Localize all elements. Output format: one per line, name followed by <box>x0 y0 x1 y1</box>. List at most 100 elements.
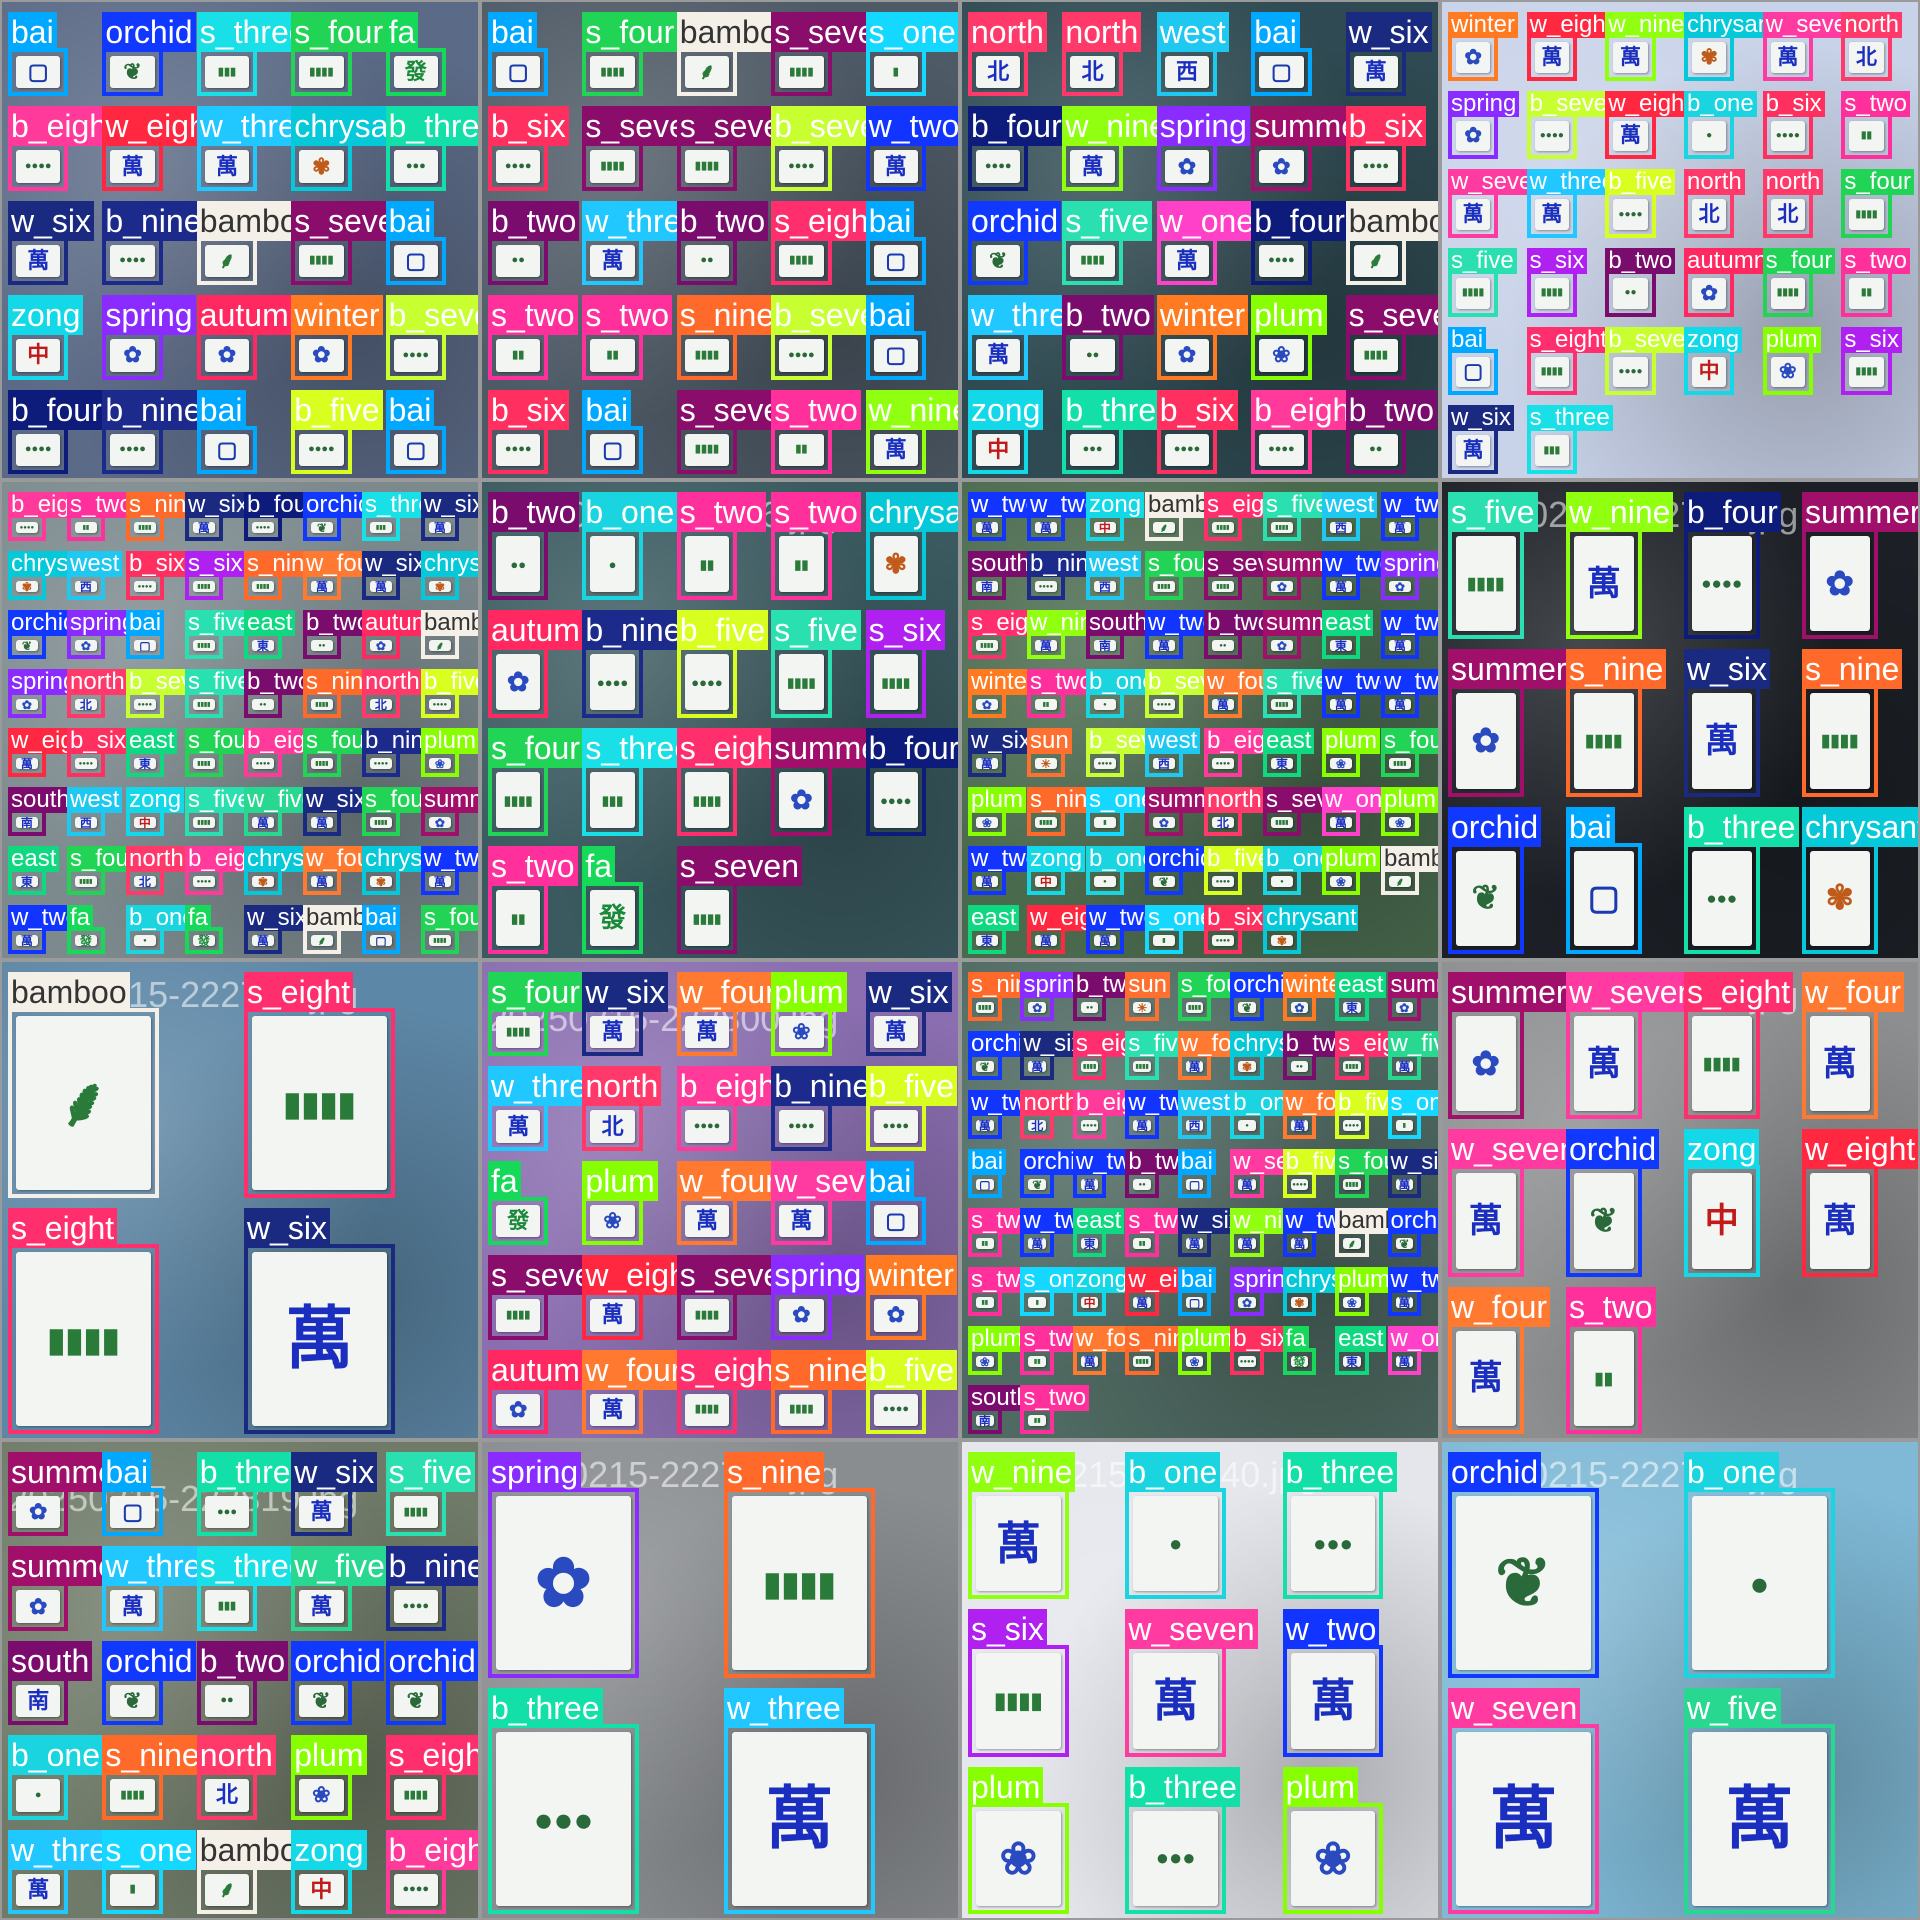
tile-face-icon: 中 <box>1698 360 1720 384</box>
detection-box: ✾chrysanthemum <box>865 492 958 600</box>
detection-box: 北 north <box>1204 787 1265 836</box>
mahjong-tile: 中 <box>134 817 156 828</box>
detection-box: ☀ sun <box>1125 972 1171 1021</box>
mahjong-tile: ❀ <box>1343 1297 1361 1308</box>
mahjong-tile: ▮▮▮▮ <box>16 1252 152 1426</box>
mahjong-tile: ⸙ <box>204 1873 250 1906</box>
tile-face-icon: 萬 <box>601 1396 624 1422</box>
tile-face-icon: ✿ <box>886 1302 906 1328</box>
detection-box: ▢ bai <box>385 389 446 474</box>
detection-box: ▮▮▮▮ s_nine <box>724 1452 876 1678</box>
detection-label: w_two <box>421 846 478 872</box>
detection-box: ✿spring <box>1230 1267 1302 1316</box>
mahjong-tile: ▮▮ <box>1028 1356 1046 1367</box>
detection-box: ▮▮▮▮s_seven <box>676 389 802 474</box>
mahjong-tile: ▮▮▮▮ <box>1849 199 1884 230</box>
mahjong-tile: ❦ <box>976 1061 994 1072</box>
mahjong-tile: 發 <box>193 935 215 946</box>
mahjong-tile: ●● <box>684 244 730 278</box>
mahjong-tile: 西 <box>1094 581 1116 592</box>
tile-face-icon: ●●●● <box>1618 365 1643 377</box>
detection-label: bai <box>1177 1149 1216 1175</box>
detection-box: ✾chrysanthemum <box>362 846 457 895</box>
detection-box: ✿ winter <box>1156 295 1249 380</box>
detection-label: w_six <box>362 551 429 577</box>
mahjong-tile: 萬 <box>873 1016 918 1049</box>
mahjong-tile: ✿ <box>16 1496 61 1529</box>
mahjong-tile: ●●●● <box>393 1590 438 1623</box>
detection-box: ▮▮ s_two <box>771 492 861 600</box>
detection-box: ● b_one <box>582 492 678 600</box>
tile-face-icon: ✿ <box>1158 817 1169 828</box>
tile-face-icon: ●●●● <box>882 1120 910 1133</box>
mahjong-tile: ✿ <box>1456 1016 1516 1112</box>
detection-box: 東 east <box>1263 728 1315 777</box>
mahjong-tile: ✿ <box>496 654 541 710</box>
detection-box: ▮▮▮▮ s_four <box>488 728 583 836</box>
tile-face-icon: ▢ <box>139 640 151 651</box>
mahjong-tile: 中 <box>16 339 61 372</box>
detection-box: 萬w_two <box>1381 492 1438 541</box>
detection-box: ● b_one <box>1684 90 1757 160</box>
detection-label: s_two <box>488 295 578 336</box>
detection-label: b_four <box>1684 492 1781 532</box>
detection-box: ▢ bai <box>385 200 446 286</box>
mahjong-tile: ▮▮▮▮ <box>134 522 156 533</box>
detection-box: ⸙bamboo <box>303 905 396 954</box>
mahjong-tile: ▢ <box>16 56 61 89</box>
mahjong-tile: ✿ <box>1456 693 1516 789</box>
detection-label: bai <box>1177 1267 1216 1293</box>
tile-face-icon: 萬 <box>1293 1238 1306 1249</box>
tile-face-icon: ✾ <box>375 876 386 887</box>
detection-box: ✿summer <box>1251 106 1373 191</box>
detection-box: ❀ plum <box>421 728 478 777</box>
tile-face-icon: ▢ <box>979 1179 991 1190</box>
mahjong-tile: ●● <box>1613 278 1648 309</box>
mahjong-tile: ▮▮▮▮ <box>193 699 215 710</box>
tile-face-icon: ❀ <box>1779 360 1797 384</box>
tile-face-icon: 中 <box>1098 522 1111 533</box>
mahjong-tile: ▮▮ <box>1133 1238 1151 1249</box>
detection-box: ▢ bai <box>126 610 165 659</box>
mahjong-tile: ▮ <box>1153 935 1175 946</box>
detection-label: bai <box>865 295 915 336</box>
tile-face-icon: ●●●● <box>504 443 532 456</box>
detection-box: ▮▮▮▮s_seven <box>582 106 708 191</box>
detection-label: b_six <box>1762 90 1825 117</box>
detection-box: 萬 w_six <box>968 728 1035 777</box>
detection-label: s_nine <box>1802 649 1903 690</box>
tile-face-icon: 北 <box>374 699 387 710</box>
detection-box: ▮▮▮▮ s_five <box>185 669 254 718</box>
detection-box: ● b_one <box>126 905 199 954</box>
tile-face-icon: ▢ <box>1188 1297 1201 1308</box>
detection-box: ▮▮▮ s_three <box>196 1546 310 1631</box>
mahjong-tile: 萬 <box>1290 1653 1376 1749</box>
tile-face-icon: ✿ <box>535 1545 592 1621</box>
detection-label: plum <box>421 728 478 754</box>
mahjong-tile: ▮ <box>873 56 918 89</box>
mahjong-tile: ●●●● <box>1692 536 1752 632</box>
detection-label: s_four <box>291 12 387 52</box>
detection-box: 東 east <box>1335 1326 1387 1375</box>
detection-box: ✾chrysanthemum <box>1684 12 1799 81</box>
tile-face-icon: ▮▮▮▮ <box>789 254 814 267</box>
detection-box: 萬 w_seven <box>1566 972 1699 1120</box>
mahjong-tile: 萬 <box>1133 1297 1151 1308</box>
tile-face-icon: ●● <box>700 254 714 267</box>
detection-box: ▮s_one <box>1145 905 1217 954</box>
detection-label: plum <box>968 1326 1027 1352</box>
mahjong-tile: ▮▮▮▮ <box>193 817 215 828</box>
mahjong-tile: ▮ <box>1028 1297 1046 1308</box>
detection-box: 萬w_two <box>1072 1149 1147 1198</box>
detection-box: ❦orchid <box>1145 846 1217 895</box>
detection-box: ● b_one <box>1684 1452 1836 1678</box>
mahjong-tile: ⸙ <box>1343 1238 1361 1249</box>
grid-cell: 北 north 北 north 西 west ▢ bai 萬 w_six ●●●● b_four 萬 w_… <box>960 0 1440 480</box>
tile-face-icon: ✿ <box>1241 1297 1253 1308</box>
tile-face-icon: 萬 <box>215 153 238 179</box>
tile-face-icon: ▢ <box>1270 59 1292 85</box>
detection-label: east <box>1322 610 1374 636</box>
tile-face-icon: ▮▮▮▮ <box>1157 583 1171 590</box>
detection-box: ▮▮▮▮ s_five <box>1448 492 1538 640</box>
detection-box: ▮▮ s_two <box>771 389 861 474</box>
